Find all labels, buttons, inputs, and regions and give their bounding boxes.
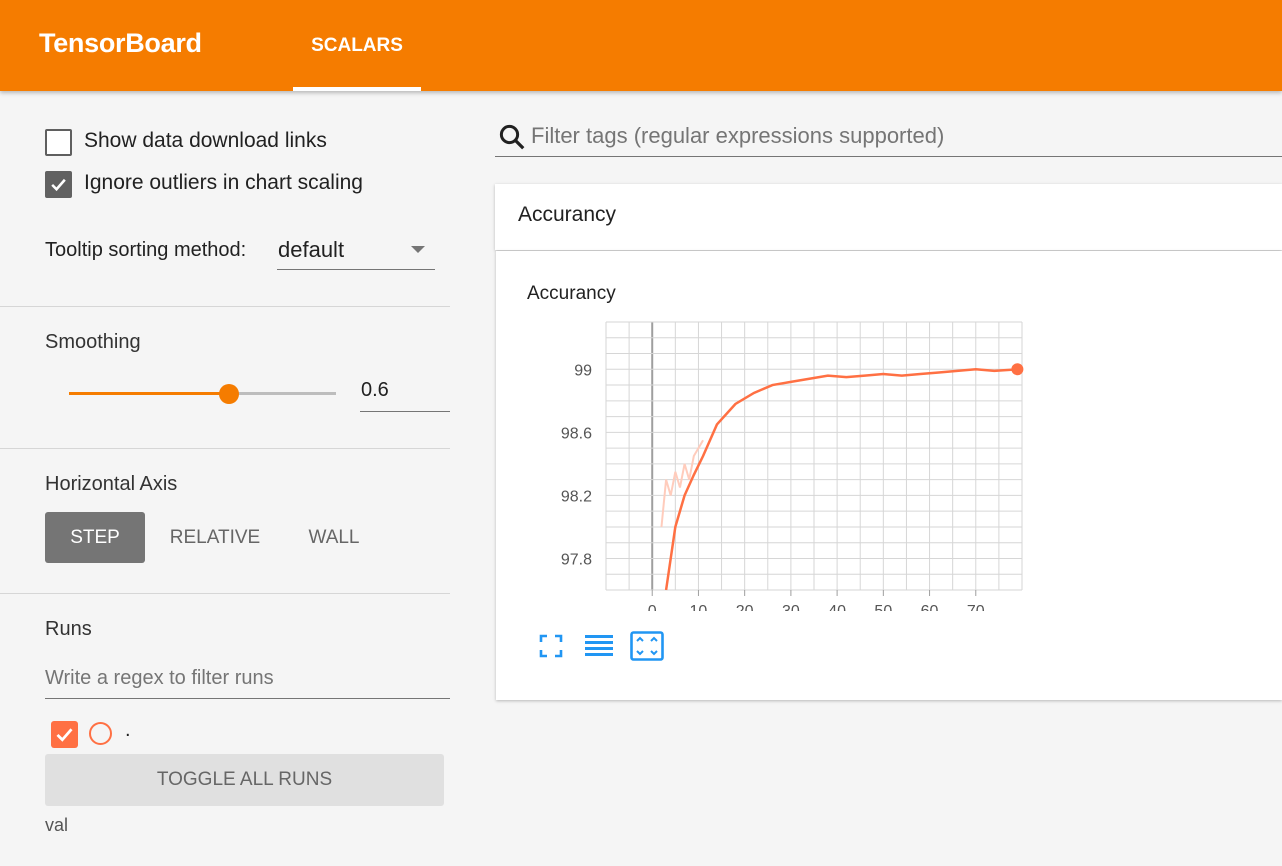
- smoothing-slider-thumb[interactable]: [219, 384, 240, 404]
- smoothing-title: Smoothing: [45, 331, 141, 353]
- runs-title: Runs: [45, 618, 92, 640]
- divider: [0, 306, 450, 307]
- x-tick-label: 50: [874, 603, 892, 611]
- axis-step-button[interactable]: STEP: [45, 512, 145, 563]
- fit-domain-icon[interactable]: [539, 634, 563, 658]
- app-title: TensorBoard: [39, 28, 202, 58]
- dropdown-arrow-icon: [411, 246, 425, 253]
- tooltip-sorting-label: Tooltip sorting method:: [45, 239, 247, 261]
- smoothing-slider-fill: [69, 392, 230, 395]
- x-tick-label: 70: [967, 603, 985, 611]
- x-tick-label: 30: [782, 603, 800, 611]
- check-icon: [56, 728, 73, 742]
- toggle-log-scale-icon[interactable]: [585, 633, 613, 659]
- divider: [0, 448, 450, 449]
- x-tick-label: 60: [921, 603, 939, 611]
- show-download-links-checkbox[interactable]: [45, 129, 72, 156]
- ignore-outliers-checkbox[interactable]: [45, 171, 72, 198]
- runs-filter-field[interactable]: [45, 659, 450, 699]
- y-tick-label: 98.6: [561, 425, 592, 442]
- tooltip-sorting-dropdown[interactable]: default: [277, 227, 435, 270]
- run-name: .: [125, 719, 131, 741]
- divider: [0, 593, 450, 594]
- run-group-label: val: [45, 815, 69, 835]
- search-icon: [499, 124, 525, 150]
- axis-relative-button[interactable]: RELATIVE: [160, 512, 270, 563]
- tooltip-sorting-value: default: [278, 237, 345, 262]
- y-tick-label: 97.8: [561, 551, 592, 568]
- run-checkbox[interactable]: [51, 721, 78, 748]
- horizontal-axis-title: Horizontal Axis: [45, 473, 178, 495]
- series-endpoint: [1011, 363, 1024, 376]
- axis-wall-button[interactable]: WALL: [290, 512, 378, 563]
- expand-chart-icon[interactable]: [630, 631, 664, 661]
- toggle-all-runs-button[interactable]: TOGGLE ALL RUNS: [45, 754, 444, 806]
- smoothing-value: 0.6: [361, 379, 389, 401]
- active-tab-indicator: [293, 87, 421, 91]
- runs-filter-input[interactable]: [45, 663, 445, 693]
- accuracy-chart[interactable]: 0 10 20 30 40 50 60 70 97.8 98.2 98.6 99: [496, 251, 1056, 611]
- x-tick-label: 0: [648, 603, 657, 611]
- y-tick-label: 99: [574, 362, 592, 379]
- ignore-outliers-label[interactable]: Ignore outliers in chart scaling: [84, 171, 363, 195]
- run-radio-button[interactable]: [89, 722, 112, 745]
- smoothing-input[interactable]: 0.6: [360, 371, 450, 412]
- check-icon: [51, 178, 66, 192]
- filter-tags-input[interactable]: [531, 120, 1271, 152]
- top-app-bar: TensorBoard SCALARS: [0, 0, 1282, 91]
- tab-scalars[interactable]: SCALARS: [293, 0, 421, 91]
- x-tick-label: 20: [736, 603, 754, 611]
- filter-tags-field[interactable]: [495, 116, 1282, 157]
- show-download-links-label[interactable]: Show data download links: [84, 129, 327, 153]
- x-tick-label: 10: [690, 603, 708, 611]
- category-title: Accurancy: [518, 203, 617, 226]
- sidebar: Show data download links Ignore outliers…: [0, 91, 450, 866]
- raw-series-line: [660, 439, 704, 528]
- x-tick-label: 40: [828, 603, 846, 611]
- y-tick-label: 98.2: [561, 488, 592, 505]
- category-header[interactable]: Accurancy: [495, 184, 1282, 250]
